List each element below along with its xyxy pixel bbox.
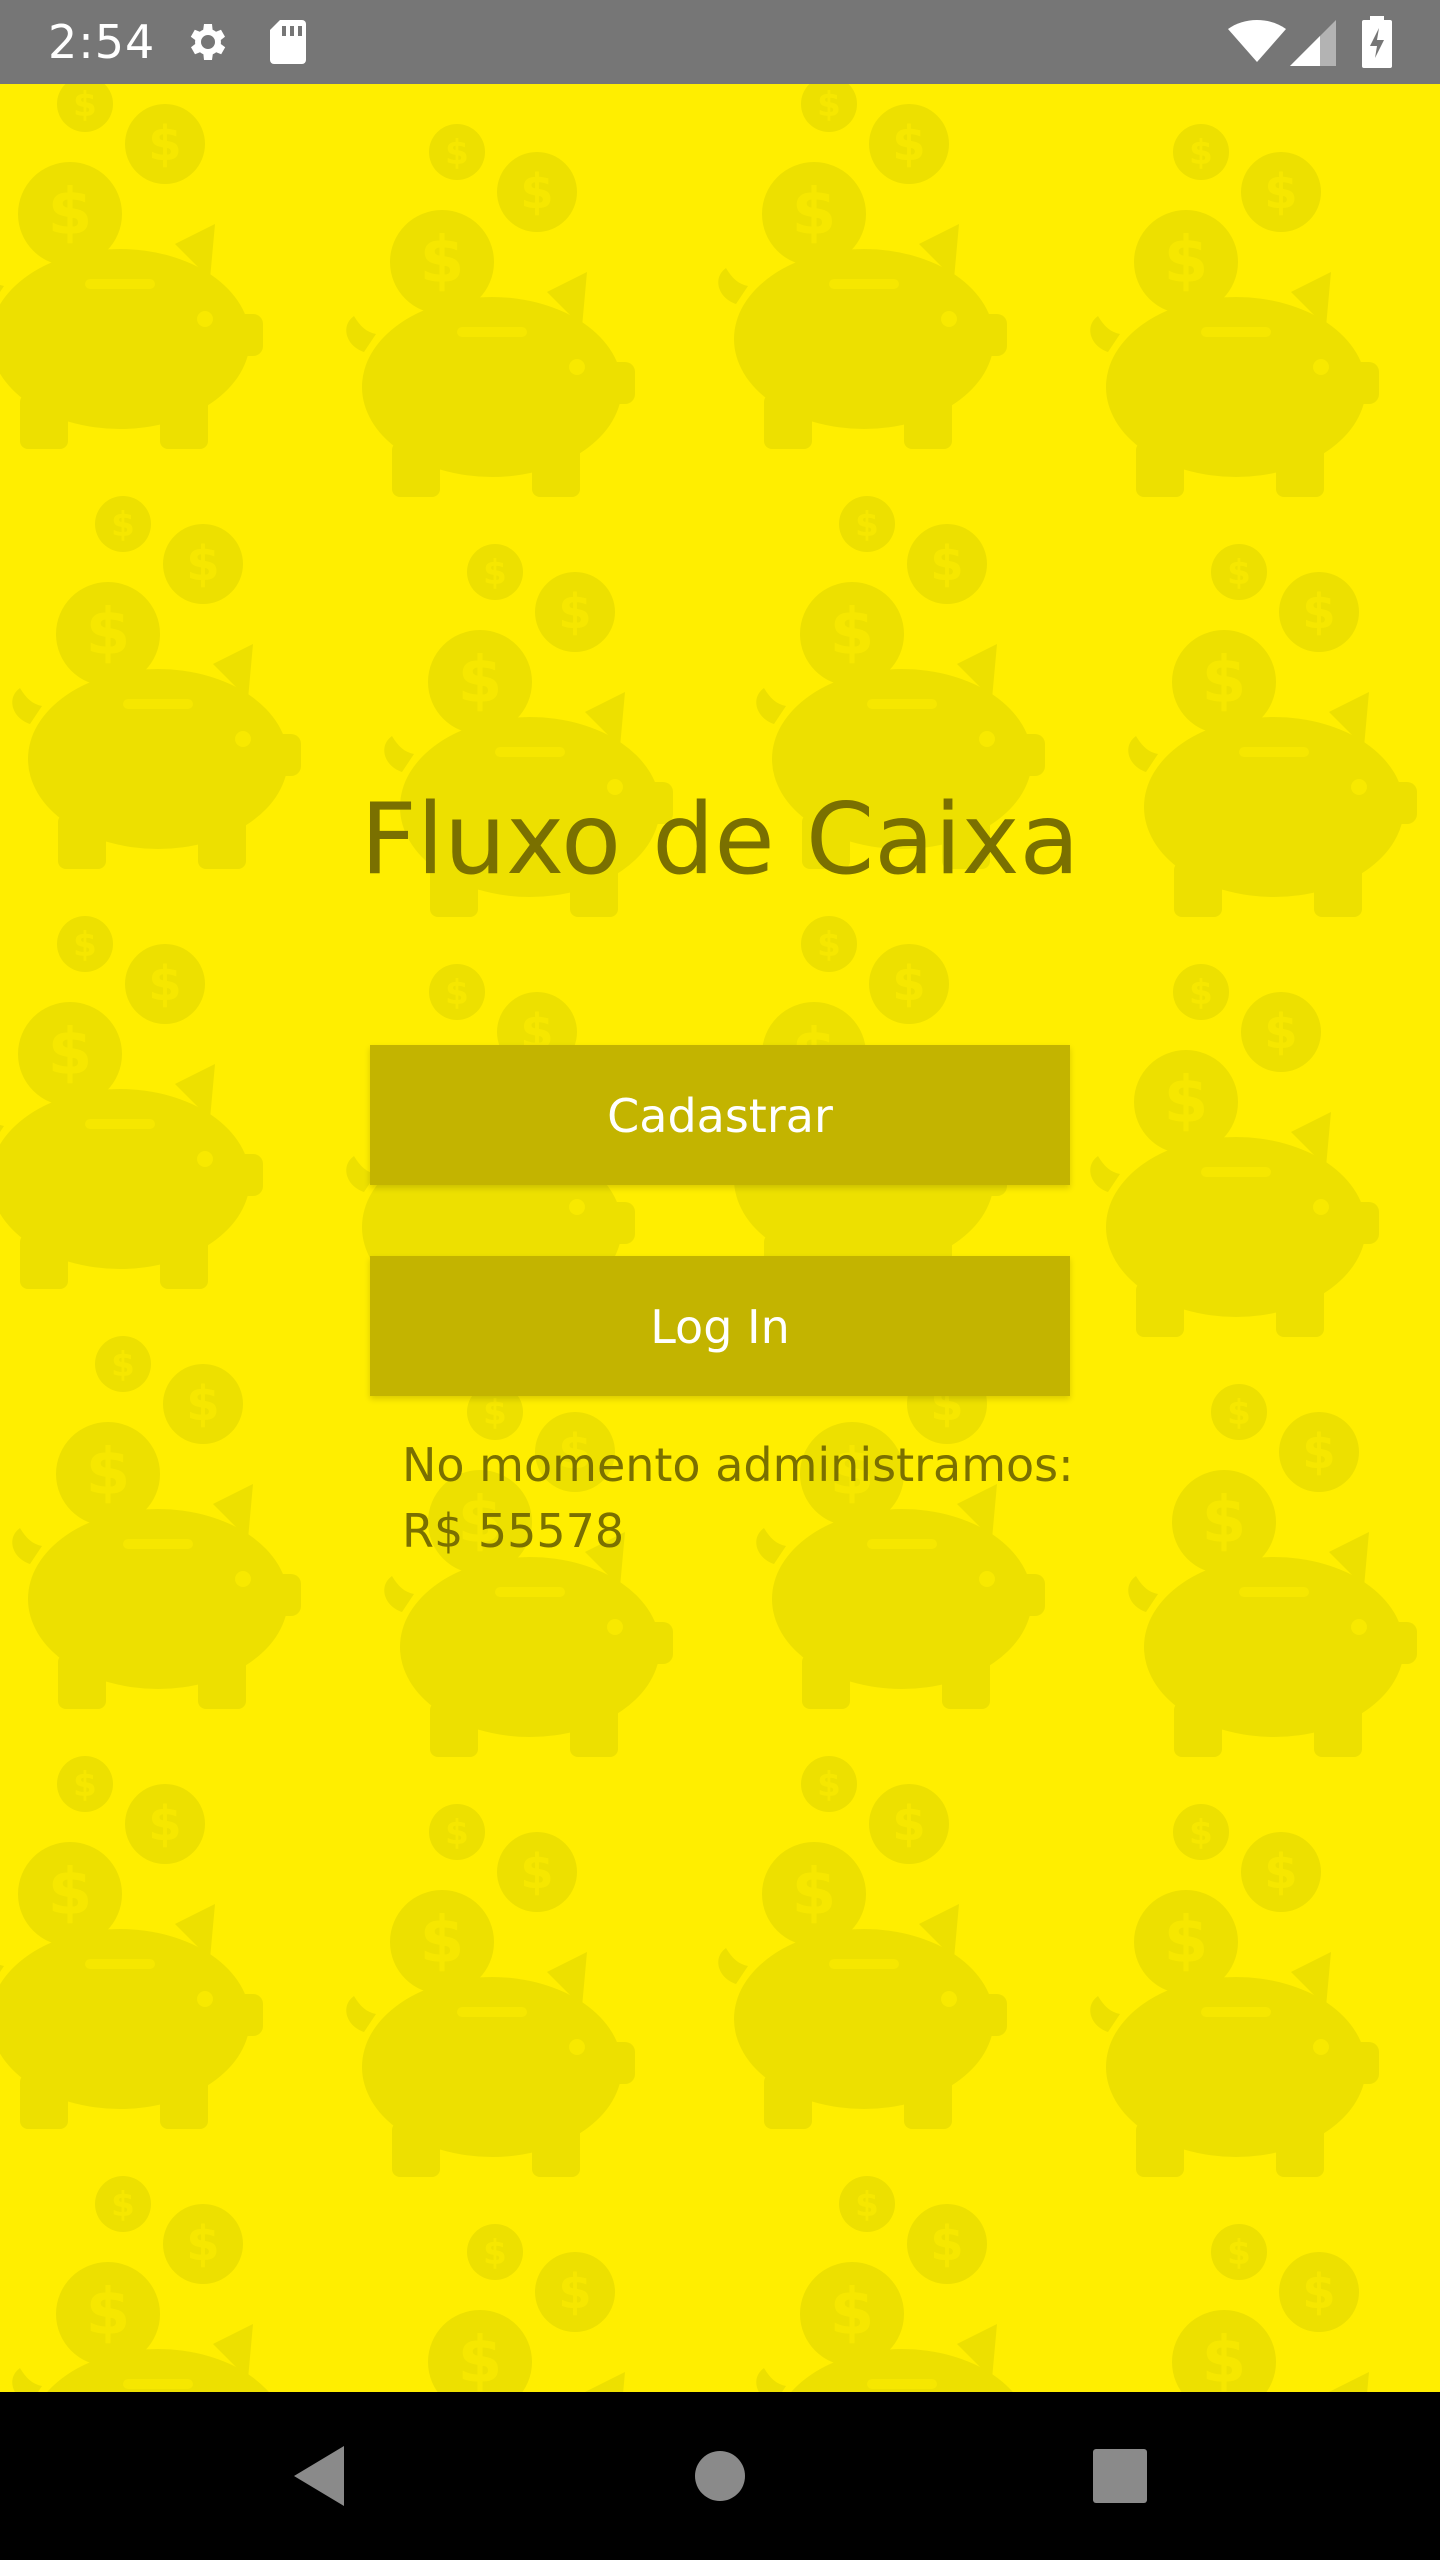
svg-text:$: $ <box>1227 2233 1251 2273</box>
svg-text:$: $ <box>73 925 97 965</box>
svg-text:$: $ <box>1189 133 1213 173</box>
managed-amount-value: R$ 55578 <box>402 1504 625 1558</box>
svg-text:$: $ <box>48 1016 93 1090</box>
navigation-bar <box>0 2392 1440 2560</box>
register-button[interactable]: Cadastrar <box>370 1045 1070 1185</box>
login-button[interactable]: Log In <box>370 1256 1070 1396</box>
svg-text:$: $ <box>1202 644 1247 718</box>
svg-text:$: $ <box>86 2276 131 2350</box>
svg-text:$: $ <box>1302 2264 1335 2320</box>
status-time: 2:54 <box>48 15 156 69</box>
svg-text:$: $ <box>445 133 469 173</box>
svg-text:$: $ <box>1302 584 1335 640</box>
svg-text:$: $ <box>445 973 469 1013</box>
svg-text:$: $ <box>1264 1004 1297 1060</box>
svg-text:$: $ <box>1227 553 1251 593</box>
piggy-bank-icon: $ $ $ <box>0 1754 270 2134</box>
managed-amount-info: No momento administramos: R$ 55578 <box>402 1432 1074 1564</box>
svg-text:$: $ <box>458 2324 503 2392</box>
svg-text:$: $ <box>148 1796 181 1852</box>
piggy-bank-icon: $ $ $ <box>342 1802 642 2182</box>
svg-text:$: $ <box>520 164 553 220</box>
svg-text:$: $ <box>1302 1424 1335 1480</box>
svg-text:$: $ <box>420 224 465 298</box>
svg-text:$: $ <box>73 1765 97 1805</box>
svg-text:$: $ <box>148 116 181 172</box>
screen: 2:54 $ $ $ $ $ $ $ $ $ $ $ $ $ $ $ $ $ $… <box>0 0 1440 2560</box>
status-bar: 2:54 <box>0 0 1440 84</box>
piggy-bank-icon: $ $ $ <box>1086 122 1386 502</box>
battery-charging-icon <box>1362 16 1392 72</box>
piggy-bank-icon: $ $ $ <box>1086 962 1386 1342</box>
piggy-bank-icon: $ $ $ <box>752 2174 1052 2392</box>
svg-text:$: $ <box>1189 973 1213 1013</box>
svg-text:$: $ <box>558 2264 591 2320</box>
svg-text:$: $ <box>48 1856 93 1930</box>
svg-text:$: $ <box>1264 164 1297 220</box>
svg-text:$: $ <box>930 536 963 592</box>
svg-text:$: $ <box>48 176 93 250</box>
sd-card-icon <box>268 18 308 70</box>
svg-text:$: $ <box>1164 224 1209 298</box>
app-title: Fluxo de Caixa <box>360 783 1080 897</box>
svg-text:$: $ <box>186 536 219 592</box>
svg-text:$: $ <box>445 1813 469 1853</box>
back-icon[interactable] <box>286 2432 350 2524</box>
svg-text:$: $ <box>1227 1393 1251 1433</box>
svg-text:$: $ <box>817 1765 841 1805</box>
svg-text:$: $ <box>186 2216 219 2272</box>
piggy-bank-icon: $ $ $ <box>0 914 270 1294</box>
svg-text:$: $ <box>1264 1844 1297 1900</box>
svg-text:$: $ <box>86 1436 131 1510</box>
svg-text:$: $ <box>792 176 837 250</box>
svg-text:$: $ <box>892 1796 925 1852</box>
svg-text:$: $ <box>1164 1904 1209 1978</box>
piggy-bank-icon: $ $ $ <box>8 1334 308 1714</box>
svg-text:$: $ <box>186 1376 219 1432</box>
piggy-bank-icon: $ $ $ <box>1124 1382 1424 1762</box>
svg-text:$: $ <box>817 925 841 965</box>
svg-text:$: $ <box>830 596 875 670</box>
piggy-bank-icon: $ $ $ <box>714 1754 1014 2134</box>
piggy-bank-icon: $ $ $ <box>342 122 642 502</box>
svg-text:$: $ <box>1189 1813 1213 1853</box>
wifi-icon <box>1228 19 1286 68</box>
piggy-bank-icon: $ $ $ <box>8 2174 308 2392</box>
svg-text:$: $ <box>420 1904 465 1978</box>
signal-icon <box>1290 20 1336 70</box>
recents-icon[interactable] <box>1086 2432 1154 2524</box>
piggy-bank-icon: $ $ $ <box>380 2222 680 2392</box>
svg-text:$: $ <box>148 956 181 1012</box>
svg-text:$: $ <box>86 596 131 670</box>
piggy-bank-icon: $ $ $ <box>0 84 270 454</box>
svg-text:$: $ <box>483 553 507 593</box>
gear-icon <box>184 18 232 70</box>
svg-text:$: $ <box>1164 1064 1209 1138</box>
svg-text:$: $ <box>483 2233 507 2273</box>
managed-amount-label: No momento administramos: <box>402 1438 1074 1492</box>
svg-text:$: $ <box>73 85 97 125</box>
piggy-bank-pattern: $ $ $ $ $ $ $ $ $ $ $ $ $ $ $ $ $ $ $ $ $ $ $ $ $ $ $ $ $ $ $ $ $ $ $ $ $ $ $ $… <box>0 84 1440 2392</box>
home-icon[interactable] <box>686 2432 754 2524</box>
svg-text:$: $ <box>817 85 841 125</box>
svg-text:$: $ <box>458 644 503 718</box>
svg-text:$: $ <box>111 2185 135 2225</box>
piggy-bank-icon: $ $ $ <box>1124 2222 1424 2392</box>
svg-text:$: $ <box>830 2276 875 2350</box>
svg-text:$: $ <box>855 505 879 545</box>
svg-text:$: $ <box>558 584 591 640</box>
piggy-bank-icon: $ $ $ <box>714 84 1014 454</box>
svg-text:$: $ <box>483 1393 507 1433</box>
svg-text:$: $ <box>111 505 135 545</box>
svg-text:$: $ <box>792 1856 837 1930</box>
piggy-bank-icon: $ $ $ <box>1086 1802 1386 2182</box>
svg-text:$: $ <box>1202 2324 1247 2392</box>
svg-text:$: $ <box>892 116 925 172</box>
svg-text:$: $ <box>1202 1484 1247 1558</box>
svg-text:$: $ <box>930 2216 963 2272</box>
svg-text:$: $ <box>111 1345 135 1385</box>
svg-text:$: $ <box>855 2185 879 2225</box>
svg-text:$: $ <box>520 1844 553 1900</box>
svg-text:$: $ <box>892 956 925 1012</box>
